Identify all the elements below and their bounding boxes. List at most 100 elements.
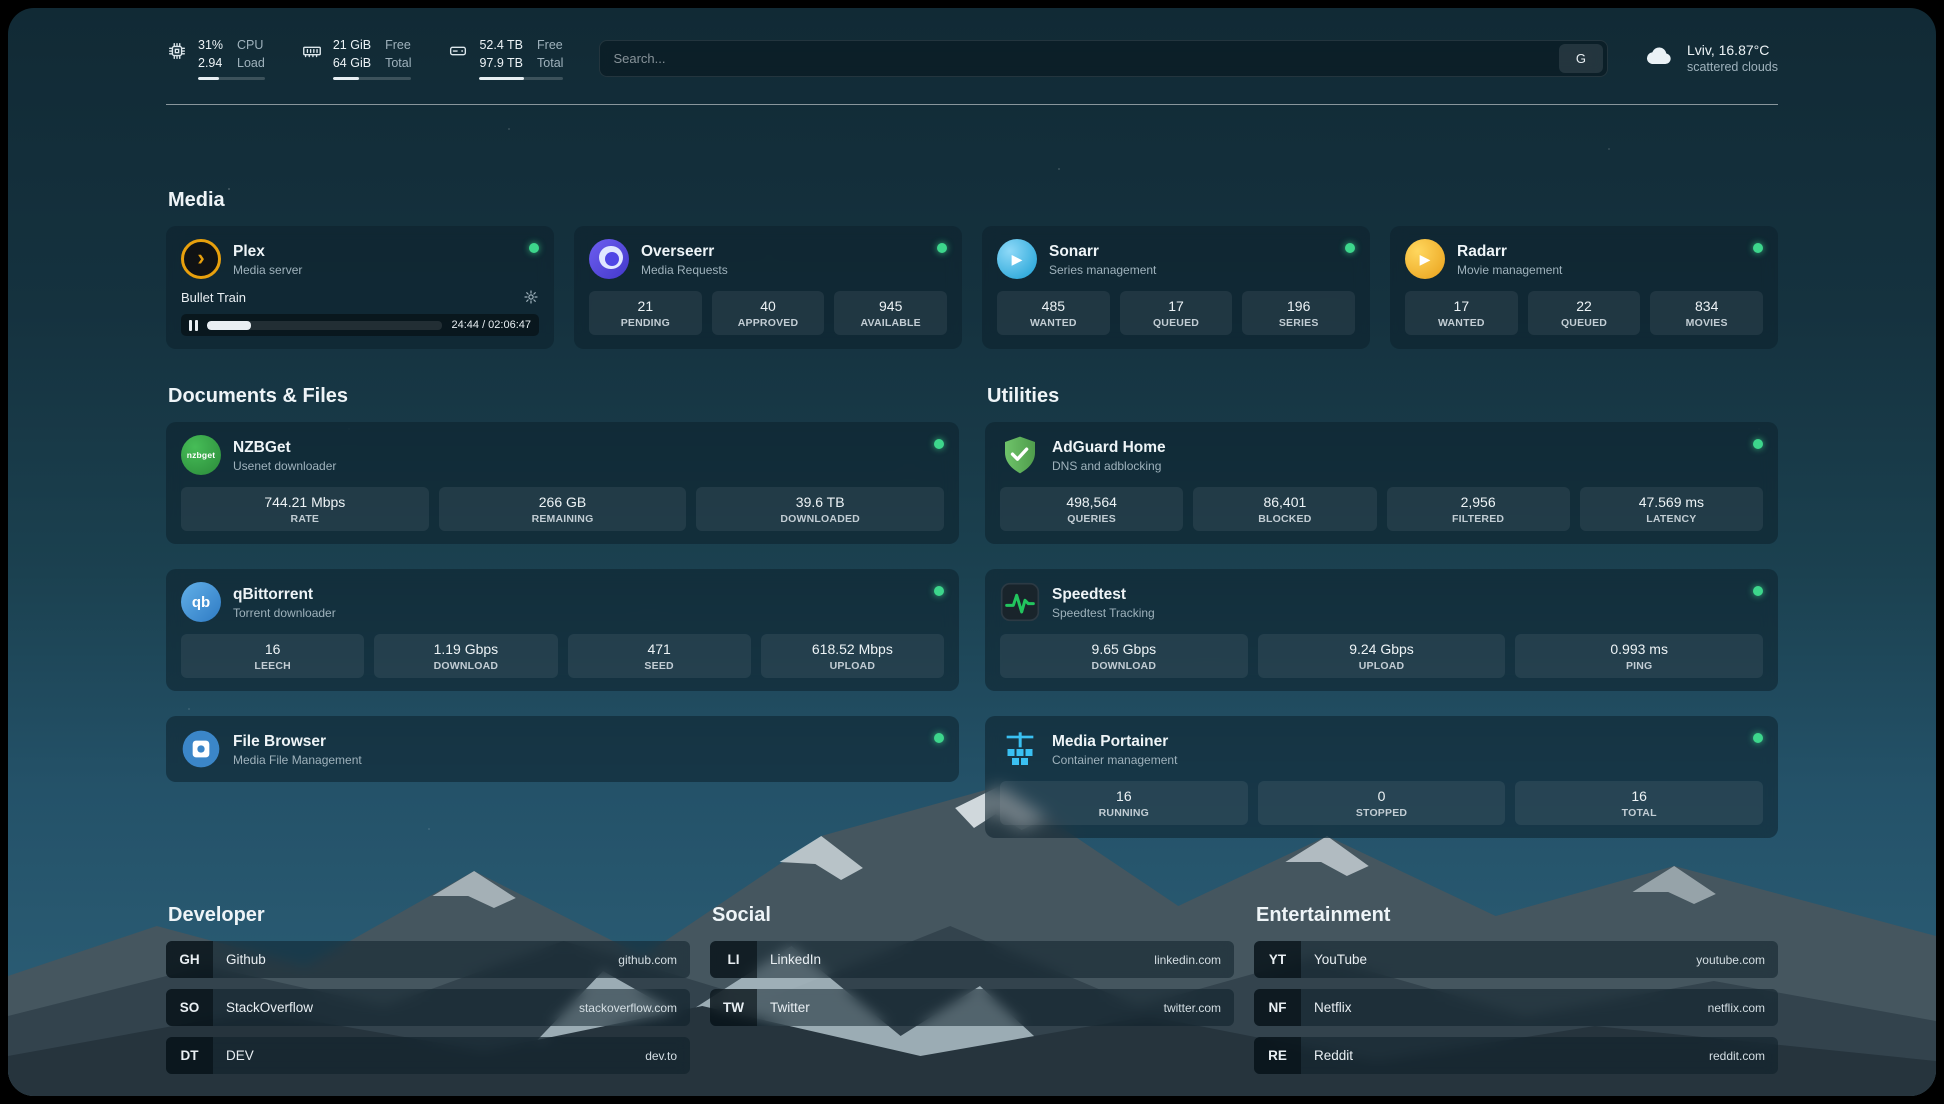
plex-card[interactable]: › Plex Media server Bullet Train <box>166 226 554 349</box>
service-desc: DNS and adblocking <box>1052 459 1166 473</box>
bookmark-stackoverflow[interactable]: SO StackOverflow stackoverflow.com <box>166 989 690 1026</box>
stat-value: 16 <box>1519 788 1759 804</box>
memory-icon <box>301 36 323 80</box>
sonarr-card[interactable]: ▶ Sonarr Series management 485 WANTED 17 <box>982 226 1370 349</box>
service-desc: Torrent downloader <box>233 606 336 620</box>
bookmark-dev[interactable]: DT DEV dev.to <box>166 1037 690 1074</box>
bookmark-twitter[interactable]: TW Twitter twitter.com <box>710 989 1234 1026</box>
nzbget-card[interactable]: nzbget NZBGet Usenet downloader 744.21 M… <box>166 422 959 544</box>
cpu-widget: 31% 2.94 CPU Load <box>166 36 265 80</box>
entertainment-group: Entertainment YT YouTube youtube.com NF … <box>1254 904 1778 1074</box>
bookmark-name: Netflix <box>1314 1000 1352 1015</box>
playback-progress-fill <box>207 321 252 330</box>
stat-label: RATE <box>185 513 425 525</box>
playback-progress-row: 24:44 / 02:06:47 <box>181 314 539 336</box>
social-group-title: Social <box>712 904 1234 927</box>
bookmark-netflix[interactable]: NF Netflix netflix.com <box>1254 989 1778 1026</box>
memory-label-top: Free <box>385 36 411 54</box>
media-section: Media › Plex Media server Bullet Train <box>166 189 1778 349</box>
stat-label: SEED <box>572 660 747 672</box>
stat-block: 21 PENDING <box>589 291 702 335</box>
bookmark-name: Twitter <box>770 1000 810 1015</box>
service-desc: Media File Management <box>233 753 362 767</box>
stat-block: 945 AVAILABLE <box>834 291 947 335</box>
radarr-icon: ▶ <box>1405 239 1445 279</box>
now-playing-title: Bullet Train <box>181 290 523 305</box>
gear-icon[interactable] <box>523 289 539 305</box>
bookmark-abbr: TW <box>710 989 757 1026</box>
disk-label-top: Free <box>537 36 563 54</box>
portainer-card[interactable]: Media Portainer Container management 16 … <box>985 716 1778 838</box>
filebrowser-card[interactable]: File Browser Media File Management <box>166 716 959 782</box>
bookmark-youtube[interactable]: YT YouTube youtube.com <box>1254 941 1778 978</box>
search-bar: G <box>599 40 1608 77</box>
radarr-card[interactable]: ▶ Radarr Movie management 17 WANTED 22 <box>1390 226 1778 349</box>
bookmark-abbr: RE <box>1254 1037 1301 1074</box>
search-input[interactable] <box>613 51 1559 66</box>
adguard-card[interactable]: AdGuard Home DNS and adblocking 498,564 … <box>985 422 1778 544</box>
service-desc: Series management <box>1049 263 1156 277</box>
bookmark-domain: twitter.com <box>1164 1001 1221 1015</box>
service-desc: Usenet downloader <box>233 459 336 473</box>
memory-usage-bar-fill <box>333 77 359 80</box>
stat-block: 40 APPROVED <box>712 291 825 335</box>
social-group: Social LI LinkedIn linkedin.com TW Twitt… <box>710 904 1234 1074</box>
stat-value: 21 <box>593 298 698 314</box>
entertainment-group-title: Entertainment <box>1256 904 1778 927</box>
overseerr-card[interactable]: Overseerr Media Requests 21 PENDING 40 A… <box>574 226 962 349</box>
bookmark-name: YouTube <box>1314 952 1367 967</box>
nzbget-icon: nzbget <box>181 435 221 475</box>
stat-label: UPLOAD <box>765 660 940 672</box>
stat-label: BLOCKED <box>1197 513 1372 525</box>
service-desc: Media Requests <box>641 263 728 277</box>
cpu-usage-bar-fill <box>198 77 219 80</box>
stat-block: 47.569 ms LATENCY <box>1580 487 1763 531</box>
stat-block: 22 QUEUED <box>1528 291 1641 335</box>
search-provider-button[interactable]: G <box>1559 44 1603 73</box>
stat-block: 17 QUEUED <box>1120 291 1233 335</box>
bookmark-reddit[interactable]: RE Reddit reddit.com <box>1254 1037 1778 1074</box>
stat-value: 834 <box>1654 298 1759 314</box>
stat-label: TOTAL <box>1519 807 1759 819</box>
bookmark-name: LinkedIn <box>770 952 821 967</box>
stat-value: 40 <box>716 298 821 314</box>
stat-label: DOWNLOAD <box>378 660 553 672</box>
stat-value: 2,956 <box>1391 494 1566 510</box>
service-name: Radarr <box>1457 242 1562 262</box>
qbittorrent-card[interactable]: qb qBittorrent Torrent downloader 16 LEE… <box>166 569 959 691</box>
memory-usage-bar <box>333 77 412 80</box>
bookmark-github[interactable]: GH Github github.com <box>166 941 690 978</box>
stat-value: 196 <box>1246 298 1351 314</box>
speedtest-icon <box>1000 582 1040 622</box>
stat-value: 9.65 Gbps <box>1004 641 1244 657</box>
stat-block: 196 SERIES <box>1242 291 1355 335</box>
bookmark-abbr: GH <box>166 941 213 978</box>
service-name: File Browser <box>233 732 362 752</box>
documents-section: Documents & Files nzbget NZBGet Usenet d… <box>166 385 959 838</box>
service-desc: Media server <box>233 263 302 277</box>
stat-value: 16 <box>185 641 360 657</box>
memory-widget: 21 GiB 64 GiB Free Total <box>301 36 412 80</box>
pause-icon[interactable] <box>189 320 198 331</box>
adguard-icon <box>1000 435 1040 475</box>
speedtest-card[interactable]: Speedtest Speedtest Tracking 9.65 Gbps D… <box>985 569 1778 691</box>
memory-total: 64 GiB <box>333 54 371 72</box>
plex-icon: › <box>181 239 221 279</box>
stat-block: 618.52 Mbps UPLOAD <box>761 634 944 678</box>
disk-total: 97.9 TB <box>479 54 523 72</box>
stat-value: 22 <box>1532 298 1637 314</box>
stat-value: 86,401 <box>1197 494 1372 510</box>
stat-block: 9.65 Gbps DOWNLOAD <box>1000 634 1248 678</box>
media-grid: › Plex Media server Bullet Train <box>166 226 1778 349</box>
stat-block: 266 GB REMAINING <box>439 487 687 531</box>
stat-block: 2,956 FILTERED <box>1387 487 1570 531</box>
memory-label-bottom: Total <box>385 54 411 72</box>
bookmark-name: DEV <box>226 1048 254 1063</box>
stat-block: 39.6 TB DOWNLOADED <box>696 487 944 531</box>
stat-value: 945 <box>838 298 943 314</box>
stat-block: 9.24 Gbps UPLOAD <box>1258 634 1506 678</box>
bookmark-abbr: YT <box>1254 941 1301 978</box>
bookmark-linkedin[interactable]: LI LinkedIn linkedin.com <box>710 941 1234 978</box>
playback-progress-track[interactable] <box>207 321 443 330</box>
bookmark-domain: linkedin.com <box>1154 953 1221 967</box>
